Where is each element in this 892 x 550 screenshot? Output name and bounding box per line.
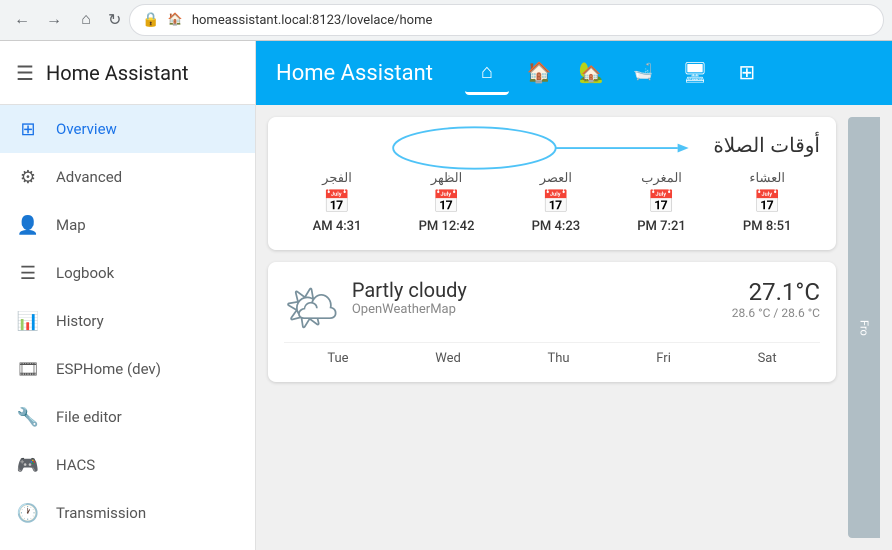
weather-day-fri: Fri (656, 351, 671, 366)
prayer-asr: العصر 📅 4:23 PM (532, 170, 581, 234)
transmission-icon: 🕐 (16, 503, 40, 524)
weather-icon: 🌤 (284, 282, 340, 334)
nav-buttons: ← → ⌂ (8, 6, 100, 34)
tab-house[interactable]: 🏡 (569, 51, 613, 95)
dashboard: أوقات الصلاة العشاء 📅 8:51 PM المغرب 📅 7… (256, 105, 892, 550)
sidebar-label-transmission: Transmission (56, 504, 146, 522)
prayer-name-fajr: الفجر (322, 170, 352, 186)
prayer-icon-asr: 📅 (542, 190, 569, 215)
weather-days-row: Tue Wed Thu Fri Sat (284, 342, 820, 366)
weather-temperature: 27.1°C (732, 278, 820, 306)
sidebar-label-advanced: Advanced (56, 168, 122, 186)
topbar-title: Home Assistant (276, 61, 433, 86)
sidebar-label-overview: Overview (56, 120, 117, 138)
prayer-name-isha: العشاء (749, 170, 785, 186)
sidebar-item-overview[interactable]: ⊞ Overview (0, 105, 255, 153)
browser-toolbar: ← → ⌂ ↻ 🔒 🏠 homeassistant.local:8123/lov… (0, 0, 892, 40)
sidebar-label-file-editor: File editor (56, 408, 122, 426)
weather-condition: Partly cloudy (352, 278, 720, 302)
weather-info: Partly cloudy OpenWeatherMap (352, 278, 720, 317)
topbar-tabs: ⌂ 🏠 🏡 🛁 🖥 ⊞ (465, 51, 769, 95)
sidebar-item-esphome[interactable]: 🎞 ESPHome (dev) (0, 345, 255, 393)
prayer-name-maghrib: المغرب (641, 170, 682, 186)
home-button[interactable]: ⌂ (72, 6, 100, 34)
weather-day-thu: Thu (548, 351, 570, 366)
favicon: 🏠 (168, 12, 184, 28)
prayer-name-asr: العصر (540, 170, 572, 186)
app-container: ☰ Home Assistant ⊞ Overview ⚙ Advanced 👤… (0, 41, 892, 550)
back-button[interactable]: ← (8, 6, 36, 34)
weather-day-wed: Wed (435, 351, 461, 366)
browser-chrome: ← → ⌂ ↻ 🔒 🏠 homeassistant.local:8123/lov… (0, 0, 892, 41)
file-editor-icon: 🔧 (16, 407, 40, 428)
reload-button[interactable]: ↻ (108, 10, 121, 30)
prayer-card-title: أوقات الصلاة (284, 133, 820, 158)
prayer-icon-isha: 📅 (753, 190, 780, 215)
sidebar-label-map: Map (56, 216, 86, 234)
weather-range: 28.6 °C / 28.6 °C (732, 306, 820, 320)
tab-home[interactable]: ⌂ (465, 51, 509, 95)
sidebar-item-map[interactable]: 👤 Map (0, 201, 255, 249)
main-content: Home Assistant ⌂ 🏠 🏡 🛁 🖥 ⊞ أوقات الصلاة … (256, 41, 892, 550)
prayer-time-maghrib: 7:21 PM (637, 219, 686, 234)
prayer-time-isha: 8:51 PM (743, 219, 792, 234)
sidebar-label-history: History (56, 312, 104, 330)
topbar: Home Assistant ⌂ 🏠 🏡 🛁 🖥 ⊞ (256, 41, 892, 105)
prayer-time-asr: 4:23 PM (532, 219, 581, 234)
tab-media[interactable]: 🖥 (673, 51, 717, 95)
sidebar-item-file-editor[interactable]: 🔧 File editor (0, 393, 255, 441)
url-text: homeassistant.local:8123/lovelace/home (192, 13, 871, 28)
sidebar-item-hacs[interactable]: 🎮 HACS (0, 441, 255, 489)
sidebar-label-hacs: HACS (56, 456, 95, 474)
logbook-icon: ☰ (16, 263, 40, 284)
tab-family[interactable]: 🏠 (517, 51, 561, 95)
esphome-icon: 🎞 (16, 359, 40, 380)
sidebar: ☰ Home Assistant ⊞ Overview ⚙ Advanced 👤… (0, 41, 256, 550)
prayer-dhuhr: الظهر 📅 12:42 PM (419, 170, 475, 234)
tab-network[interactable]: ⊞ (725, 51, 769, 95)
right-panel-label: Fro (858, 320, 871, 336)
advanced-icon: ⚙ (16, 167, 40, 188)
history-icon: 📊 (16, 311, 40, 332)
prayer-time-dhuhr: 12:42 PM (419, 219, 475, 234)
prayer-time-fajr: 4:31 AM (313, 219, 362, 234)
prayer-isha: العشاء 📅 8:51 PM (743, 170, 792, 234)
menu-icon[interactable]: ☰ (16, 61, 34, 85)
security-icon: 🔒 (142, 12, 159, 28)
sidebar-header: ☰ Home Assistant (0, 41, 255, 105)
sidebar-label-esphome: ESPHome (dev) (56, 360, 161, 378)
hacs-icon: 🎮 (16, 455, 40, 476)
forward-button[interactable]: → (40, 6, 68, 34)
tab-scenes[interactable]: 🛁 (621, 51, 665, 95)
weather-day-tue: Tue (327, 351, 348, 366)
prayer-icon-dhuhr: 📅 (433, 190, 460, 215)
map-icon: 👤 (16, 215, 40, 236)
prayer-times-row: العشاء 📅 8:51 PM المغرب 📅 7:21 PM العصر … (284, 170, 820, 234)
sidebar-label-logbook: Logbook (56, 264, 114, 282)
prayer-fajr: الفجر 📅 4:31 AM (313, 170, 362, 234)
weather-source: OpenWeatherMap (352, 302, 720, 317)
overview-icon: ⊞ (16, 119, 40, 140)
cards-column: أوقات الصلاة العشاء 📅 8:51 PM المغرب 📅 7… (268, 117, 836, 538)
sidebar-item-transmission[interactable]: 🕐 Transmission (0, 489, 255, 537)
prayer-name-dhuhr: الظهر (431, 170, 462, 186)
address-bar[interactable]: 🔒 🏠 homeassistant.local:8123/lovelace/ho… (129, 4, 884, 36)
prayer-maghrib: المغرب 📅 7:21 PM (637, 170, 686, 234)
prayer-icon-maghrib: 📅 (648, 190, 675, 215)
weather-temp-section: 27.1°C 28.6 °C / 28.6 °C (732, 278, 820, 320)
right-panel: Fro (848, 117, 880, 538)
weather-card: 🌤 Partly cloudy OpenWeatherMap 27.1°C 28… (268, 262, 836, 382)
sidebar-title: Home Assistant (46, 61, 189, 85)
sidebar-item-logbook[interactable]: ☰ Logbook (0, 249, 255, 297)
sidebar-item-history[interactable]: 📊 History (0, 297, 255, 345)
weather-day-sat: Sat (758, 351, 777, 366)
sidebar-item-advanced[interactable]: ⚙ Advanced (0, 153, 255, 201)
prayer-times-card: أوقات الصلاة العشاء 📅 8:51 PM المغرب 📅 7… (268, 117, 836, 250)
prayer-icon-fajr: 📅 (323, 190, 350, 215)
